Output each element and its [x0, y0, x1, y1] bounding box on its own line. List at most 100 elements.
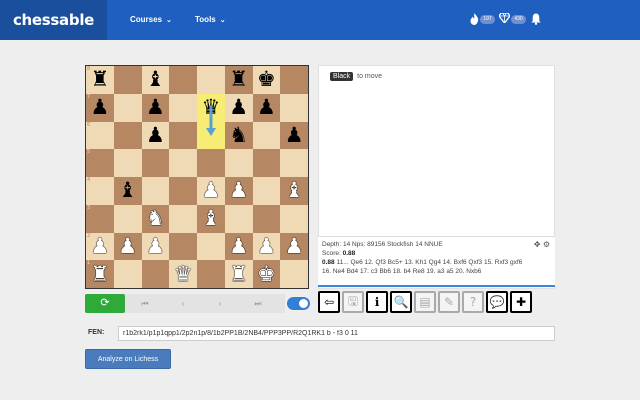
square-g4[interactable] [252, 177, 281, 205]
white-pawn-piece[interactable]: ♟ [285, 235, 304, 257]
square-c7[interactable]: ♟ [141, 93, 170, 122]
tools-menu[interactable]: Tools ⌄ [195, 0, 226, 40]
search-tool[interactable]: 🔍 [390, 291, 412, 313]
white-pawn-piece[interactable]: ♟ [229, 235, 248, 257]
square-b3[interactable] [113, 204, 142, 233]
square-a1[interactable]: 1 ♜ [86, 260, 114, 288]
square-b4[interactable]: ♝ [113, 177, 142, 205]
courses-menu[interactable]: Courses ⌄ [130, 0, 172, 40]
analyze-on-lichess-button[interactable]: Analyze on Lichess [85, 349, 171, 369]
square-c5[interactable] [141, 149, 170, 177]
square-d4[interactable] [169, 177, 197, 205]
square-a8[interactable]: 8 ♜ [86, 66, 114, 94]
refresh-button[interactable]: ⟳ [85, 294, 125, 313]
square-f8[interactable]: ♜ [224, 66, 253, 94]
square-h8[interactable] [280, 66, 308, 94]
black-pawn-piece[interactable]: ♟ [146, 97, 165, 118]
save-tool[interactable]: 🖫 [342, 291, 364, 313]
square-d1[interactable]: ♛ [169, 260, 197, 288]
square-a7[interactable]: 7 ♟ [86, 93, 114, 122]
edit-tool[interactable]: ✎ [438, 291, 460, 313]
square-h4[interactable]: ♝ [280, 177, 308, 205]
square-f5[interactable] [224, 149, 253, 177]
square-f7[interactable]: ♟ [224, 93, 253, 122]
previous-move-button[interactable]: ‹ [168, 294, 198, 313]
white-rook-piece[interactable]: ♜ [90, 263, 109, 285]
square-d3[interactable] [169, 204, 197, 233]
white-pawn-piece[interactable]: ♟ [146, 235, 165, 257]
help-tool[interactable]: ? [462, 291, 484, 313]
square-b6[interactable] [113, 121, 142, 150]
add-tool[interactable]: ✚ [510, 291, 532, 313]
black-bishop-piece[interactable]: ♝ [118, 180, 137, 201]
black-pawn-piece[interactable]: ♟ [285, 124, 304, 146]
square-g1[interactable]: ♚ [252, 260, 281, 288]
notification-bell-icon[interactable] [531, 13, 541, 28]
square-e2[interactable] [197, 232, 225, 261]
back-tool[interactable]: ⇦ [318, 291, 340, 313]
white-king-piece[interactable]: ♚ [257, 263, 276, 285]
diamond-icon[interactable] [498, 12, 511, 26]
black-bishop-piece[interactable]: ♝ [146, 69, 165, 90]
square-a2[interactable]: 2 ♟ [86, 232, 114, 261]
white-rook-piece[interactable]: ♜ [229, 263, 248, 285]
square-c2[interactable]: ♟ [141, 232, 170, 261]
square-b8[interactable] [113, 66, 142, 94]
square-h1[interactable] [280, 260, 308, 288]
black-pawn-piece[interactable]: ♟ [90, 97, 109, 118]
square-f3[interactable] [224, 204, 253, 233]
square-c1[interactable] [141, 260, 170, 288]
square-g3[interactable] [252, 204, 281, 233]
square-e7[interactable]: ♛ [197, 93, 225, 122]
square-c4[interactable] [141, 177, 170, 205]
white-pawn-piece[interactable]: ♟ [229, 180, 248, 201]
square-b2[interactable]: ♟ [113, 232, 142, 261]
black-pawn-piece[interactable]: ♟ [146, 124, 165, 146]
square-d6[interactable] [169, 121, 197, 150]
white-queen-piece[interactable]: ♛ [174, 263, 193, 285]
square-c8[interactable]: ♝ [141, 66, 170, 94]
square-g2[interactable]: ♟ [252, 232, 281, 261]
white-bishop-piece[interactable]: ♝ [285, 180, 304, 201]
square-g7[interactable]: ♟ [252, 93, 281, 122]
engine-toggle[interactable] [287, 297, 310, 310]
comment-tool[interactable]: 💬 [486, 291, 508, 313]
book-tool[interactable]: ▤ [414, 291, 436, 313]
fen-input[interactable] [118, 326, 555, 341]
last-move-button[interactable]: ⏭ [243, 294, 273, 313]
square-b1[interactable] [113, 260, 142, 288]
square-f6[interactable]: ♞ [224, 121, 253, 150]
square-h6[interactable]: ♟ [280, 121, 308, 150]
square-f4[interactable]: ♟ [224, 177, 253, 205]
gear-icon[interactable]: ⚙ [543, 240, 550, 249]
square-e1[interactable] [197, 260, 225, 288]
white-bishop-piece[interactable]: ♝ [201, 208, 220, 229]
white-pawn-piece[interactable]: ♟ [257, 235, 276, 257]
black-rook-piece[interactable]: ♜ [90, 69, 109, 90]
chessboard[interactable]: 8 ♜ ♝ ♜ ♚ 7 ♟ ♟ ♛ ♟ ♟ 6 ♟ ♞ ♟ 5 4 ♝ ♟ ♟ ♝ 3 ♞ ♝ 2 ♟ ♟ ♟ ♟ ♟ ♟ 1 ♜ ♛ ♜ ♚ [85, 65, 309, 289]
flame-icon[interactable] [470, 13, 479, 28]
square-e6[interactable] [197, 121, 225, 150]
square-d5[interactable] [169, 149, 197, 177]
square-e4[interactable]: ♟ [197, 177, 225, 205]
move-handle-icon[interactable]: ✥ [534, 240, 541, 249]
black-queen-piece[interactable]: ♛ [201, 97, 220, 118]
square-a5[interactable]: 5 [86, 149, 114, 177]
black-king-piece[interactable]: ♚ [257, 69, 276, 90]
black-pawn-piece[interactable]: ♟ [257, 97, 276, 118]
square-g8[interactable]: ♚ [252, 66, 281, 94]
black-rook-piece[interactable]: ♜ [229, 69, 248, 90]
first-move-button[interactable]: ⏮ [130, 294, 160, 313]
square-a6[interactable]: 6 [86, 121, 114, 150]
info-tool[interactable]: ℹ [366, 291, 388, 313]
brand-logo[interactable]: chessable [0, 0, 107, 40]
square-e8[interactable] [197, 66, 225, 94]
white-pawn-piece[interactable]: ♟ [118, 235, 137, 257]
square-f2[interactable]: ♟ [224, 232, 253, 261]
square-e5[interactable] [197, 149, 225, 177]
square-h2[interactable]: ♟ [280, 232, 308, 261]
square-a3[interactable]: 3 [86, 204, 114, 233]
white-knight-piece[interactable]: ♞ [146, 208, 165, 229]
square-h7[interactable] [280, 93, 308, 122]
square-c3[interactable]: ♞ [141, 204, 170, 233]
